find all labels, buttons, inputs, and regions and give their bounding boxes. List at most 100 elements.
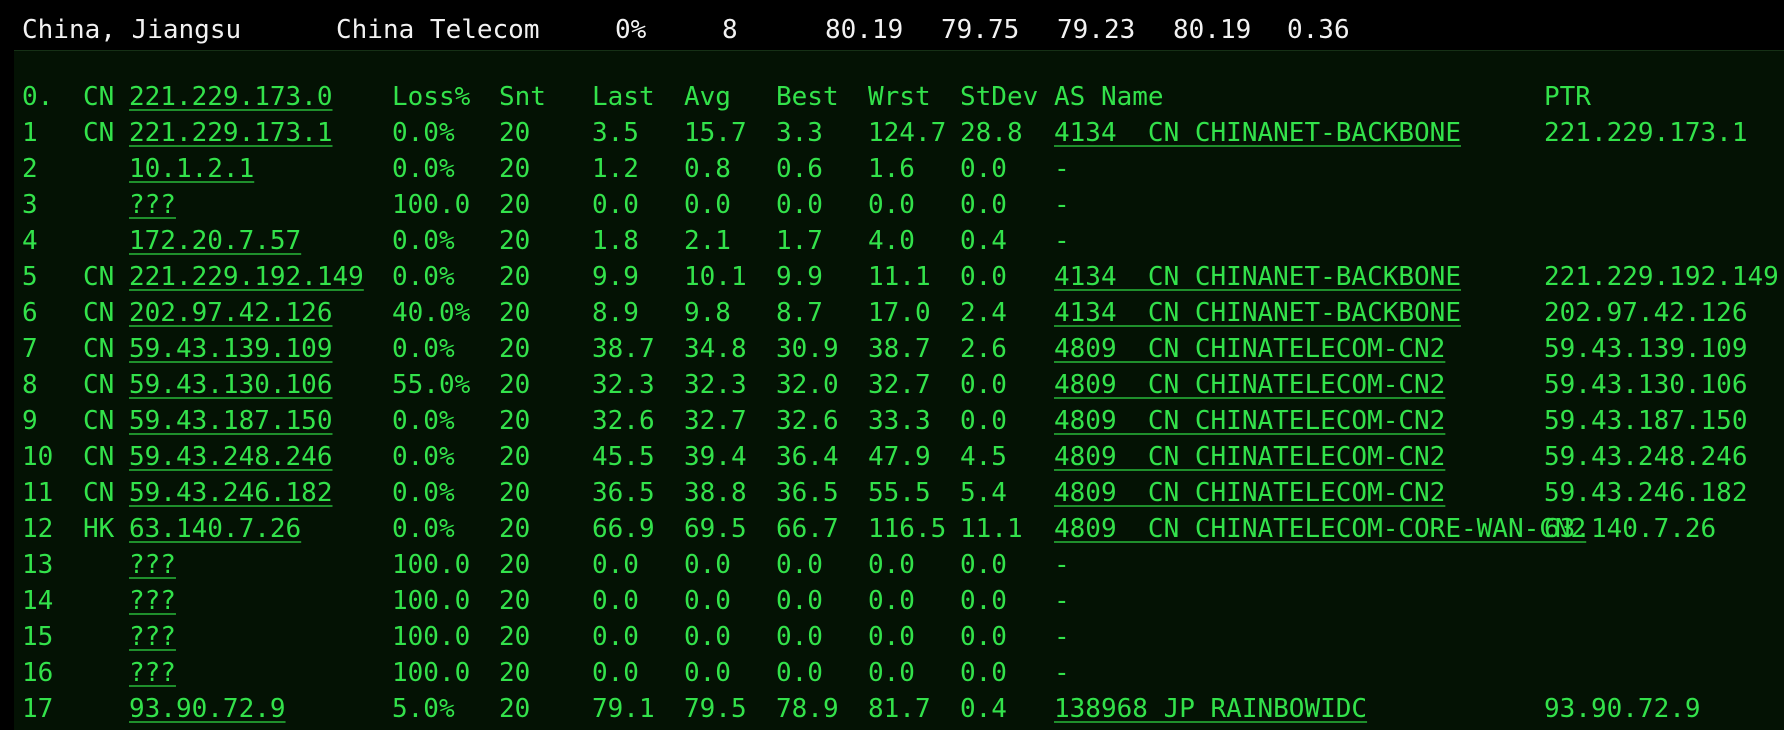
host-link[interactable]: 93.90.72.9 — [129, 691, 286, 727]
host-link[interactable]: 59.43.187.150 — [129, 403, 333, 439]
table-row: 2 10.1.2.1 0.0% 20 1.2 0.8 0.6 1.6 0.0 - — [14, 151, 1784, 187]
hop-number: 5 — [22, 262, 38, 292]
avg-value: 32.7 — [684, 406, 747, 436]
host-link[interactable]: ??? — [129, 619, 176, 655]
loss-value: 0.0% — [392, 154, 455, 184]
wrst-value: 17.0 — [868, 298, 931, 328]
best-value: 9.9 — [776, 262, 823, 292]
host-link[interactable]: 202.97.42.126 — [129, 295, 333, 331]
loss-value: 40.0% — [392, 298, 471, 328]
wrst-value: 11.1 — [868, 262, 931, 292]
wrst-value: 0.0 — [868, 658, 915, 688]
as-name[interactable]: 4134 CN CHINANET-BACKBONE — [1054, 115, 1461, 151]
hop-number: 9 — [22, 406, 38, 436]
wrst-value: 33.3 — [868, 406, 931, 436]
ptr-value: 221.229.192.149 — [1544, 262, 1779, 292]
ptr-value: 59.43.187.150 — [1544, 406, 1748, 436]
host-link[interactable]: 63.140.7.26 — [129, 511, 301, 547]
wrst-value: 1.6 — [868, 154, 915, 184]
host-link[interactable]: 221.229.192.149 — [129, 259, 364, 295]
snt-value: 20 — [499, 694, 531, 724]
as-name[interactable]: 4809 CN CHINATELECOM-CN2 — [1054, 331, 1445, 367]
stdev-value: 0.4 — [960, 226, 1007, 256]
wrst-value: 0.0 — [868, 586, 915, 616]
table-row: 11 CN 59.43.246.182 0.0% 20 36.5 38.8 36.5 55.5 5… — [14, 475, 1784, 511]
host-link[interactable]: 172.20.7.57 — [129, 223, 301, 259]
header-avg: Avg — [684, 82, 731, 112]
host-link[interactable]: 59.43.246.182 — [129, 475, 333, 511]
as-name[interactable]: 138968 JP RAINBOWIDC — [1054, 691, 1367, 727]
last-value: 32.3 — [592, 370, 655, 400]
summary-value-2: 79.75 — [941, 15, 1020, 45]
avg-value: 0.0 — [684, 190, 731, 220]
table-row: 17 93.90.72.9 5.0% 20 79.1 79.5 78.9 81.7 0.4 138… — [14, 691, 1784, 727]
hop-number: 1 — [22, 118, 38, 148]
loss-value: 0.0% — [392, 226, 455, 256]
best-value: 32.6 — [776, 406, 839, 436]
as-name[interactable]: 4809 CN CHINATELECOM-CN2 — [1054, 475, 1445, 511]
wrst-value: 47.9 — [868, 442, 931, 472]
table-row: 12 HK 63.140.7.26 0.0% 20 66.9 69.5 66.7 116.5 11… — [14, 511, 1784, 547]
header-hop: 0. — [22, 82, 54, 112]
table-row: 9 CN 59.43.187.150 0.0% 20 32.6 32.7 32.6 33.3 0.… — [14, 403, 1784, 439]
host-link[interactable]: 59.43.130.106 — [129, 367, 333, 403]
best-value: 36.5 — [776, 478, 839, 508]
as-name[interactable]: 4809 CN CHINATELECOM-CN2 — [1054, 367, 1445, 403]
table-row: 5 CN 221.229.192.149 0.0% 20 9.9 10.1 9.9 11.1 0.… — [14, 259, 1784, 295]
table-row: 10 CN 59.43.248.246 0.0% 20 45.5 39.4 36.4 47.9 4… — [14, 439, 1784, 475]
header-snt: Snt — [499, 82, 546, 112]
avg-value: 32.3 — [684, 370, 747, 400]
best-value: 0.0 — [776, 586, 823, 616]
best-value: 1.7 — [776, 226, 823, 256]
hop-number: 7 — [22, 334, 38, 364]
header-host-link[interactable]: 221.229.173.0 — [129, 79, 333, 115]
last-value: 8.9 — [592, 298, 639, 328]
loss-value: 0.0% — [392, 118, 455, 148]
table-row: 6 CN 202.97.42.126 40.0% 20 8.9 9.8 8.7 17.0 2.4 4… — [14, 295, 1784, 331]
last-value: 0.0 — [592, 550, 639, 580]
hop-number: 2 — [22, 154, 38, 184]
snt-value: 20 — [499, 154, 531, 184]
last-value: 79.1 — [592, 694, 655, 724]
summary-line: China, Jiangsu China Telecom 0% 8 80.19 … — [22, 8, 1784, 52]
hop-number: 3 — [22, 190, 38, 220]
host-link[interactable]: ??? — [129, 583, 176, 619]
host-link[interactable]: 59.43.139.109 — [129, 331, 333, 367]
ptr-value: 59.43.248.246 — [1544, 442, 1748, 472]
host-link[interactable]: 221.229.173.1 — [129, 115, 333, 151]
as-name[interactable]: 4809 CN CHINATELECOM-CN2 — [1054, 439, 1445, 475]
as-name: - — [1054, 190, 1070, 220]
snt-value: 20 — [499, 658, 531, 688]
snt-value: 20 — [499, 262, 531, 292]
hop-number: 16 — [22, 658, 54, 688]
host-link[interactable]: 10.1.2.1 — [129, 151, 254, 187]
last-value: 38.7 — [592, 334, 655, 364]
last-value: 0.0 — [592, 190, 639, 220]
header-wrst: Wrst — [868, 82, 931, 112]
hop-number: 6 — [22, 298, 38, 328]
best-value: 66.7 — [776, 514, 839, 544]
host-link[interactable]: ??? — [129, 547, 176, 583]
snt-value: 20 — [499, 118, 531, 148]
stdev-value: 0.0 — [960, 370, 1007, 400]
as-name[interactable]: 4134 CN CHINANET-BACKBONE — [1054, 295, 1461, 331]
avg-value: 10.1 — [684, 262, 747, 292]
host-link[interactable]: ??? — [129, 187, 176, 223]
last-value: 0.0 — [592, 658, 639, 688]
stdev-value: 0.4 — [960, 694, 1007, 724]
last-value: 32.6 — [592, 406, 655, 436]
best-value: 0.6 — [776, 154, 823, 184]
loss-value: 5.0% — [392, 694, 455, 724]
stdev-value: 0.0 — [960, 622, 1007, 652]
avg-value: 39.4 — [684, 442, 747, 472]
country-code: CN — [83, 442, 115, 472]
as-name[interactable]: 4809 CN CHINATELECOM-CORE-WAN-CN2 — [1054, 511, 1586, 547]
as-name[interactable]: 4809 CN CHINATELECOM-CN2 — [1054, 403, 1445, 439]
snt-value: 20 — [499, 550, 531, 580]
as-name[interactable]: 4134 CN CHINANET-BACKBONE — [1054, 259, 1461, 295]
stdev-value: 0.0 — [960, 658, 1007, 688]
host-link[interactable]: 59.43.248.246 — [129, 439, 333, 475]
table-row: 15??? 100.0 20 0.0 0.0 0.0 0.0 0.0 - — [14, 619, 1784, 655]
host-link[interactable]: ??? — [129, 655, 176, 691]
last-value: 1.8 — [592, 226, 639, 256]
